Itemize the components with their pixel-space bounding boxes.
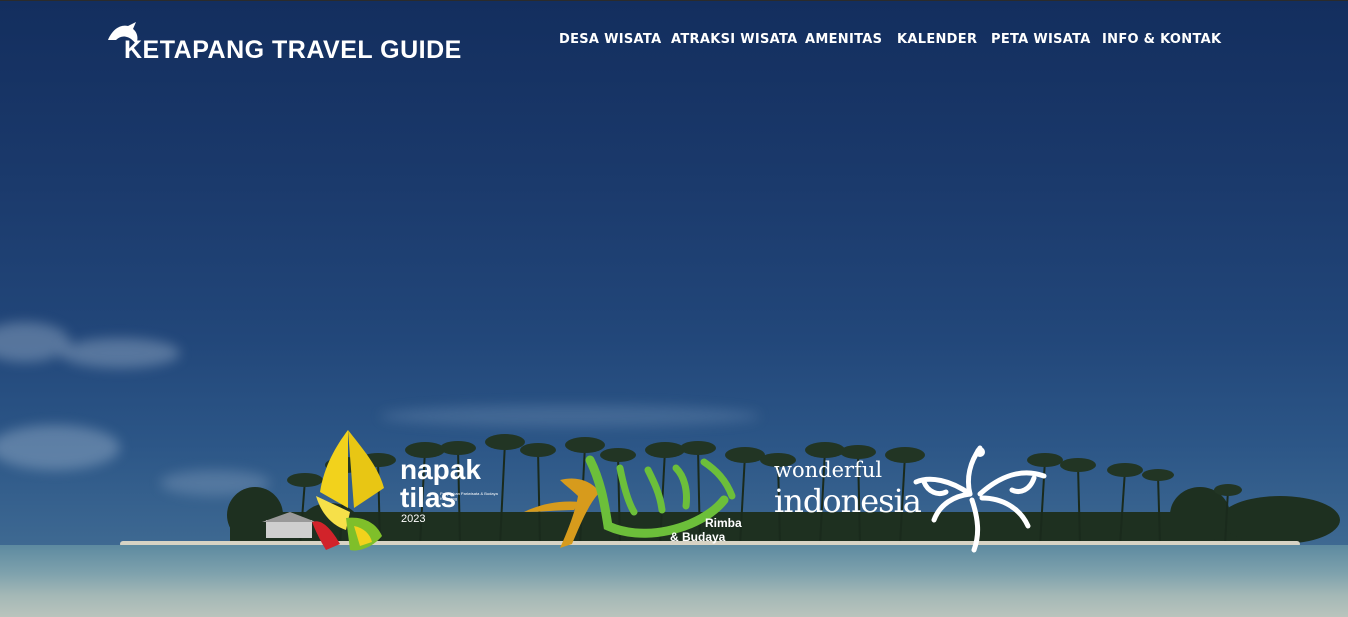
kalbar-tagline-1: Rimba (705, 516, 742, 530)
napak-tilas-subtitle: Penjejakan Pariwisata & Budaya Ketapang (440, 491, 498, 501)
nav-kalender[interactable]: KALENDER (897, 32, 977, 47)
nav-desa-wisata[interactable]: DESA WISATA (559, 32, 661, 47)
main-nav: DESA WISATA ATRAKSI WISATA AMENITAS KALE… (0, 32, 1348, 52)
cloud (0, 322, 70, 362)
napak-tilas-year: 2023 (401, 513, 426, 525)
nav-atraksi-wisata[interactable]: ATRAKSI WISATA (671, 32, 798, 47)
nav-info-kontak[interactable]: INFO & KONTAK (1102, 32, 1221, 47)
nav-peta-wisata[interactable]: PETA WISATA (991, 32, 1091, 47)
wonderful-indonesia-line-1: wonderful (774, 458, 883, 482)
wonderful-indonesia-line-2: indonesia (774, 482, 922, 520)
site-header: KETAPANG TRAVEL GUIDE DESA WISATA ATRAKS… (0, 0, 1348, 80)
partner-logos: napak tilas 2023 Penjejakan Pariwisata &… (300, 420, 1060, 560)
nav-amenitas[interactable]: AMENITAS (805, 32, 882, 47)
napak-tilas-emblem (312, 430, 384, 551)
cloud (60, 338, 180, 368)
kalbar-tagline-2: & Budaya (670, 530, 726, 544)
garuda-wonderful-indonesia-emblem (913, 445, 1047, 553)
napak-tilas-word-1: napak (400, 454, 481, 485)
